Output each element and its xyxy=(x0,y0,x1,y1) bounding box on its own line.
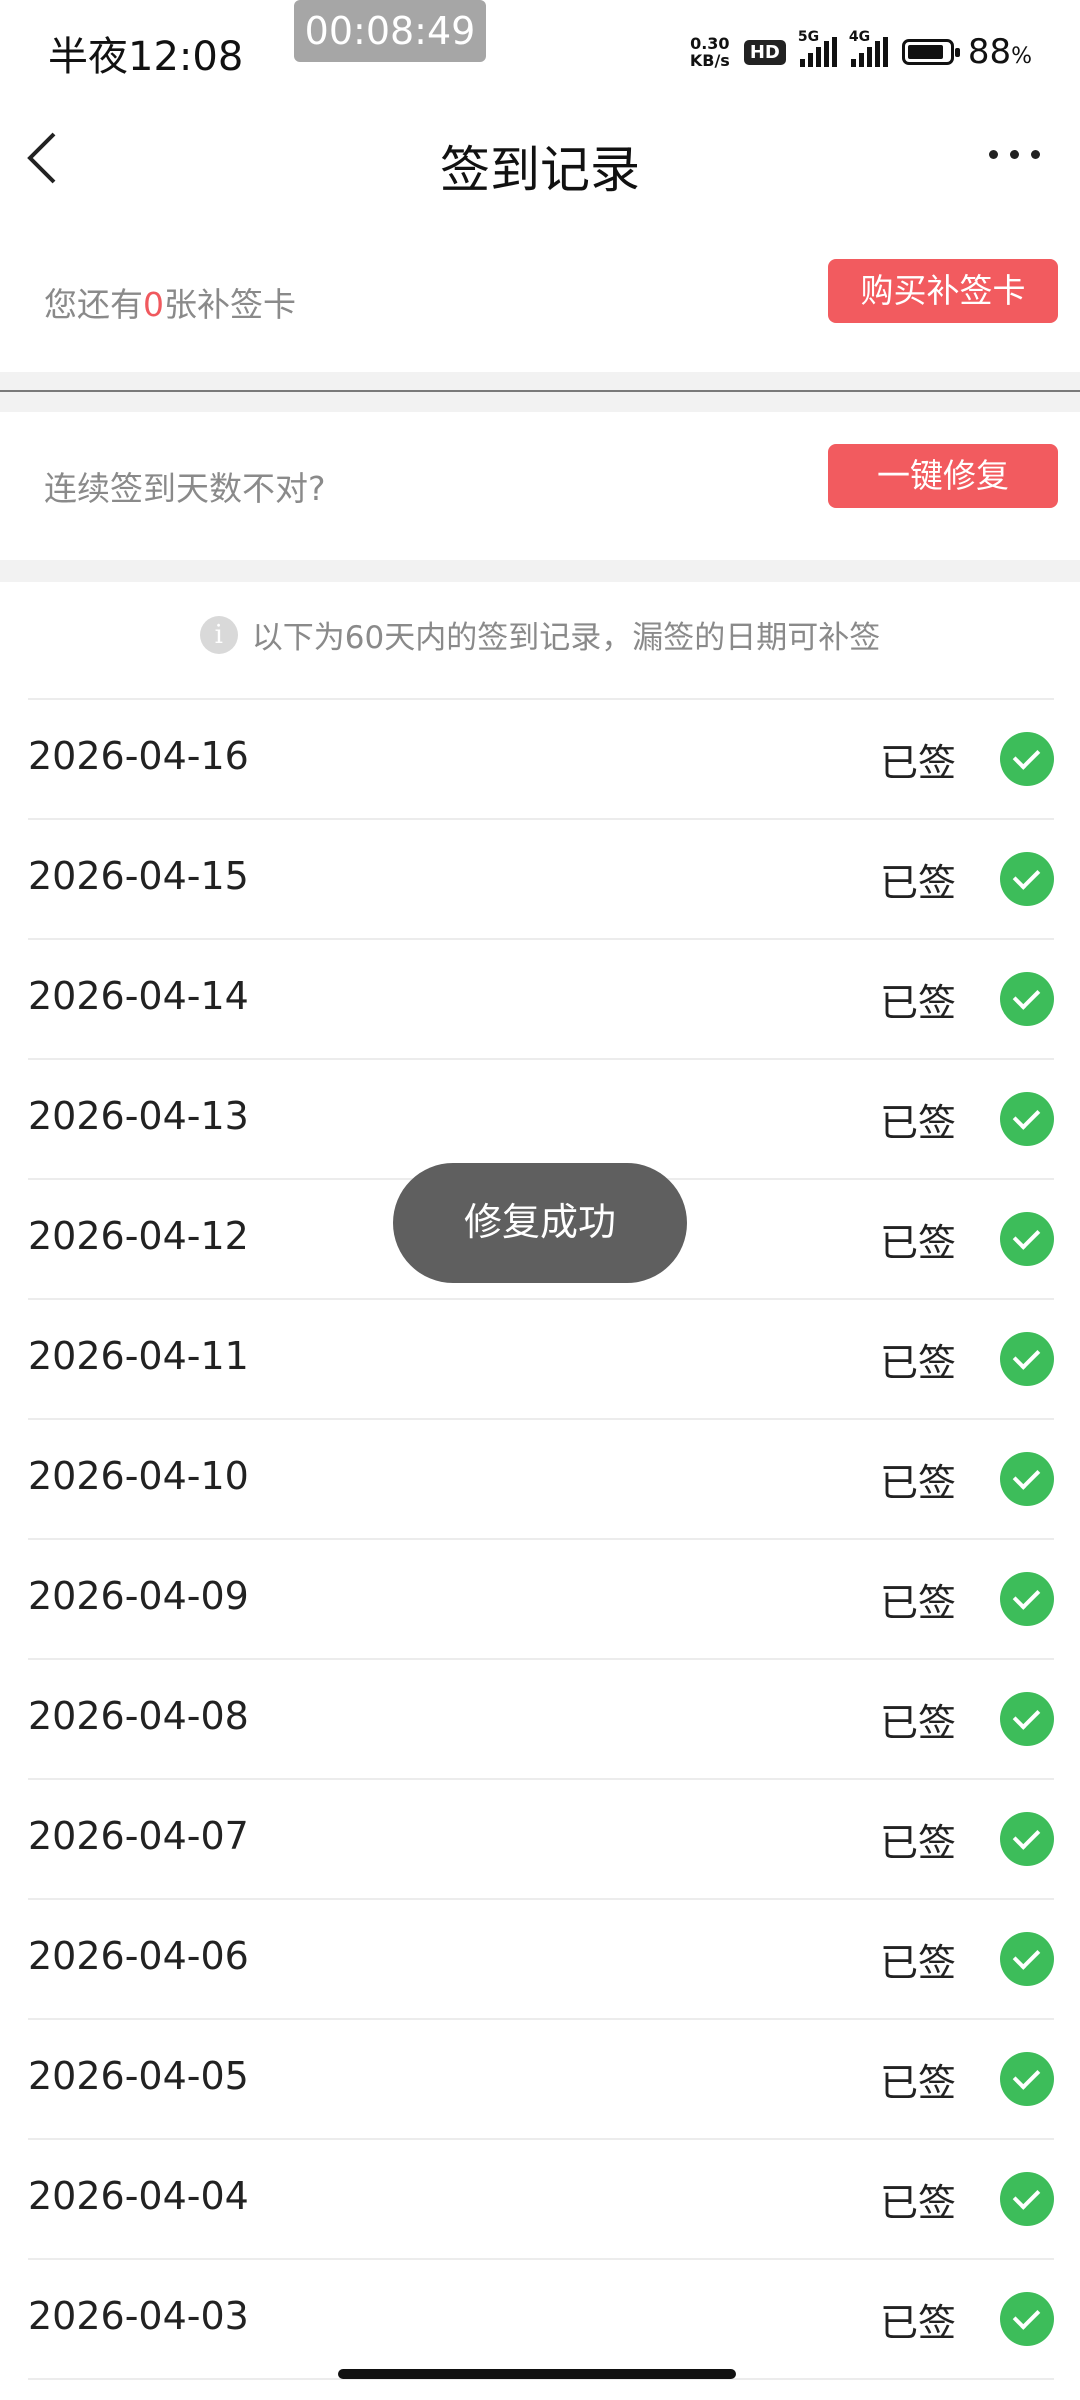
record-row[interactable]: 2026-04-09 已签 xyxy=(28,1540,1054,1660)
record-row[interactable]: 2026-04-05 已签 xyxy=(28,2020,1054,2140)
checked-icon xyxy=(1000,2292,1054,2346)
checked-icon xyxy=(1000,1332,1054,1386)
supplement-prefix: 您还有 xyxy=(44,285,143,324)
battery-percent-unit: % xyxy=(1011,44,1032,69)
record-status: 已签 xyxy=(879,1221,956,1265)
signal-4g-label: 4G xyxy=(848,29,871,45)
checked-icon xyxy=(1000,852,1054,906)
more-options-icon[interactable] xyxy=(989,150,1040,159)
record-row[interactable]: 2026-04-06 已签 xyxy=(28,1900,1054,2020)
battery-level xyxy=(907,45,944,59)
record-date: 2026-04-06 xyxy=(28,1934,249,1978)
record-date: 2026-04-08 xyxy=(28,1694,249,1738)
record-date: 2026-04-11 xyxy=(28,1334,249,1378)
one-click-repair-button[interactable]: 一键修复 xyxy=(828,444,1058,508)
supplement-suffix: 张补签卡 xyxy=(164,285,296,324)
record-date: 2026-04-12 xyxy=(28,1214,249,1258)
record-row[interactable]: 2026-04-15 已签 xyxy=(28,820,1054,940)
battery-icon xyxy=(901,39,960,65)
record-date: 2026-04-15 xyxy=(28,854,249,898)
signal-4g-icon: 4G xyxy=(849,29,888,67)
record-row[interactable]: 2026-04-04 已签 xyxy=(28,2140,1054,2260)
network-speed-value: 0.30 xyxy=(690,34,730,53)
record-status: 已签 xyxy=(879,2181,956,2225)
status-bar: 半夜12:08 00:08:49 0.30 KB/s HD 5G 4G 88% xyxy=(0,0,1080,100)
info-notice: i 以下为60天内的签到记录，漏签的日期可补签 xyxy=(0,612,1080,672)
record-status: 已签 xyxy=(879,1821,956,1865)
record-status: 已签 xyxy=(879,1341,956,1385)
home-indicator[interactable] xyxy=(338,2369,736,2379)
battery-percent: 88% xyxy=(968,32,1032,72)
record-row[interactable]: 2026-04-16 已签 xyxy=(28,700,1054,820)
record-date: 2026-04-07 xyxy=(28,1814,249,1858)
record-date: 2026-04-10 xyxy=(28,1454,249,1498)
status-time: 半夜12:08 xyxy=(48,34,244,80)
repair-question-label: 连续签到天数不对? xyxy=(44,469,326,508)
checked-icon xyxy=(1000,2172,1054,2226)
toast-message: 修复成功 xyxy=(393,1163,687,1283)
repair-card-row: 连续签到天数不对? 一键修复 xyxy=(0,412,1080,560)
record-date: 2026-04-04 xyxy=(28,2174,249,2218)
record-date: 2026-04-14 xyxy=(28,974,249,1018)
record-status: 已签 xyxy=(879,741,956,785)
supplement-count: 0 xyxy=(143,285,164,324)
record-row[interactable]: 2026-04-14 已签 xyxy=(28,940,1054,1060)
record-date: 2026-04-13 xyxy=(28,1094,249,1138)
record-status: 已签 xyxy=(879,2301,956,2345)
record-status: 已签 xyxy=(879,981,956,1025)
record-status: 已签 xyxy=(879,1701,956,1745)
record-date: 2026-04-16 xyxy=(28,734,249,778)
screen-record-timer[interactable]: 00:08:49 xyxy=(294,0,486,62)
record-status: 已签 xyxy=(879,1581,956,1625)
battery-percent-value: 88 xyxy=(967,32,1012,72)
supplement-card-count-text: 您还有0张补签卡 xyxy=(44,278,296,326)
divider-line xyxy=(0,390,1080,392)
checked-icon xyxy=(1000,1812,1054,1866)
record-date: 2026-04-03 xyxy=(28,2294,249,2338)
checked-icon xyxy=(1000,1572,1054,1626)
signal-5g-icon: 5G xyxy=(798,29,837,67)
record-date: 2026-04-09 xyxy=(28,1574,249,1618)
hd-voice-icon: HD xyxy=(743,39,786,65)
info-text: 以下为60天内的签到记录，漏签的日期可补签 xyxy=(251,620,881,656)
record-row[interactable]: 2026-04-10 已签 xyxy=(28,1420,1054,1540)
checked-icon xyxy=(1000,732,1054,786)
record-row[interactable]: 2026-04-07 已签 xyxy=(28,1780,1054,1900)
checked-icon xyxy=(1000,1212,1054,1266)
checked-icon xyxy=(1000,1932,1054,1986)
info-icon: i xyxy=(199,615,238,654)
section-divider xyxy=(0,560,1080,582)
record-status: 已签 xyxy=(879,861,956,905)
record-status: 已签 xyxy=(879,1941,956,1985)
checked-icon xyxy=(1000,972,1054,1026)
record-status: 已签 xyxy=(879,1461,956,1505)
checked-icon xyxy=(1000,1092,1054,1146)
record-status: 已签 xyxy=(879,1101,956,1145)
checkin-record-list: 2026-04-16 已签 2026-04-15 已签 2026-04-14 已签 2026… xyxy=(28,698,1054,2380)
checked-icon xyxy=(1000,1452,1054,1506)
record-row[interactable]: 2026-04-13 已签 xyxy=(28,1060,1054,1180)
network-speed: 0.30 KB/s xyxy=(690,35,730,69)
status-icons: 0.30 KB/s HD 5G 4G 88% xyxy=(690,29,1032,74)
checked-icon xyxy=(1000,1692,1054,1746)
buy-supplement-card-button[interactable]: 购买补签卡 xyxy=(828,259,1058,323)
section-divider xyxy=(0,372,1080,412)
checked-icon xyxy=(1000,2052,1054,2106)
record-status: 已签 xyxy=(879,2061,956,2105)
record-date: 2026-04-05 xyxy=(28,2054,249,2098)
supplement-card-row: 您还有0张补签卡 购买补签卡 xyxy=(0,222,1080,372)
page-title: 签到记录 xyxy=(440,141,640,199)
record-row[interactable]: 2026-04-03 已签 xyxy=(28,2260,1054,2380)
record-row[interactable]: 2026-04-08 已签 xyxy=(28,1660,1054,1780)
record-row[interactable]: 2026-04-11 已签 xyxy=(28,1300,1054,1420)
signal-5g-label: 5G xyxy=(797,29,820,45)
network-speed-unit: KB/s xyxy=(689,51,730,70)
nav-bar: 签到记录 xyxy=(0,100,1080,220)
